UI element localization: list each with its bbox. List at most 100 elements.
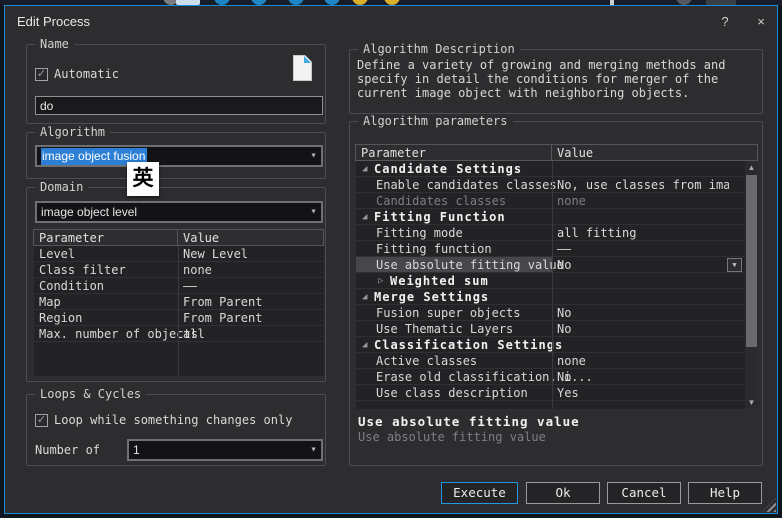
param-row-value: No [557, 306, 571, 320]
param-group-row[interactable]: ◢ Classification Settings [356, 337, 758, 353]
param-row-value: No [557, 322, 571, 336]
help-button[interactable]: Help [688, 482, 762, 504]
params-table-header: Parameter Value [356, 144, 758, 161]
algorithm-parameters-group: Algorithm parameters Parameter Value ◢Ca… [349, 121, 763, 466]
domain-table-body: LevelNew LevelClass filter noneCondition—… [34, 246, 324, 376]
scroll-down-icon[interactable]: ▼ [745, 396, 758, 409]
expanded-icon[interactable]: ◢ [362, 340, 367, 350]
param-row[interactable]: Fusion super objects No [356, 305, 758, 321]
param-row-value: Yes [557, 386, 579, 400]
param-row[interactable]: Candidates classesnone [356, 193, 758, 209]
domain-row-parameter: Level [39, 247, 75, 261]
expanded-icon[interactable]: ◢ [362, 212, 367, 222]
chevron-down-icon: ▼ [310, 153, 317, 160]
param-group-row[interactable]: ▷Weighted sum [356, 273, 758, 289]
param-row-parameter: Use class description [376, 386, 528, 400]
param-row[interactable]: Fitting function—— [356, 241, 758, 257]
param-row[interactable]: Use Thematic Layers No [356, 321, 758, 337]
ime-language-badge: 英 [127, 162, 159, 196]
domain-group: Domain image object level ▼ Parameter Va… [26, 187, 326, 382]
expanded-icon[interactable]: ◢ [362, 292, 367, 302]
domain-row-value: none [183, 263, 212, 277]
param-row[interactable]: Enable candidates classesNo, use classes… [356, 177, 758, 193]
number-of-label: Number of [35, 443, 100, 457]
param-group-label: Classification Settings [374, 338, 563, 352]
domain-header-value[interactable]: Value [177, 229, 324, 246]
loops-group: Loops & Cycles ✓ Loop while something ch… [26, 394, 326, 466]
number-of-select[interactable]: 1 ▼ [127, 439, 323, 461]
loop-while-checkbox[interactable]: ✓ Loop while something changes only [35, 413, 292, 427]
param-help-text: Use absolute fitting value [358, 430, 546, 444]
domain-header-parameter[interactable]: Parameter [33, 229, 178, 246]
dialog-help-icon[interactable]: ? [714, 12, 736, 32]
algorithm-description-label: Algorithm Description [358, 42, 520, 56]
domain-row-parameter: Map [39, 295, 61, 309]
param-row[interactable]: Erase old classification, i...No [356, 369, 758, 385]
param-row-parameter: Active classes [376, 354, 477, 368]
dialog-title: Edit Process [17, 14, 90, 29]
param-row-value: No, use classes from image... [557, 178, 729, 192]
param-row-parameter: Enable candidates classes [376, 178, 557, 192]
automatic-checkbox[interactable]: ✓ Automatic [35, 67, 119, 81]
value-dropdown-button[interactable]: ▼ [727, 258, 742, 272]
cancel-button[interactable]: Cancel [607, 482, 681, 504]
domain-selected-value: image object level [41, 205, 137, 219]
scroll-up-icon[interactable]: ▲ [745, 161, 758, 174]
name-group-label: Name [35, 37, 74, 51]
param-row[interactable]: Fitting modeall fitting [356, 225, 758, 241]
domain-table-row[interactable]: Max. number of objectsall [34, 326, 324, 342]
checkbox-check-icon: ✓ [35, 414, 48, 427]
resize-grip[interactable] [762, 498, 776, 512]
new-document-icon[interactable] [293, 55, 312, 81]
scrollbar-thumb[interactable] [746, 175, 757, 347]
domain-table-header: Parameter Value [34, 229, 324, 246]
loops-group-label: Loops & Cycles [35, 387, 146, 401]
param-group-label: Fitting Function [374, 210, 506, 224]
loop-while-label: Loop while something changes only [54, 413, 292, 427]
domain-row-value: From Parent [183, 295, 262, 309]
expanded-icon[interactable]: ◢ [362, 164, 367, 174]
chevron-down-icon: ▼ [310, 447, 317, 454]
domain-table-row[interactable]: Region From Parent [34, 310, 324, 326]
domain-table-row[interactable]: Map From Parent [34, 294, 324, 310]
column-divider [552, 161, 553, 409]
process-name-input[interactable] [35, 96, 323, 115]
param-group-row[interactable]: ◢ Merge Settings [356, 289, 758, 305]
domain-row-parameter: Class filter [39, 263, 126, 277]
param-row[interactable]: Use class description Yes [356, 385, 758, 401]
param-group-label: Candidate Settings [374, 162, 522, 176]
param-row-value: all fitting [557, 226, 636, 240]
domain-select[interactable]: image object level ▼ [35, 201, 323, 223]
params-table: Parameter Value ◢Candidate SettingsEnabl… [356, 144, 758, 409]
param-row[interactable]: Active classes none [356, 353, 758, 369]
collapsed-icon[interactable]: ▷ [378, 276, 383, 286]
domain-row-parameter: Max. number of objects [39, 327, 198, 341]
ok-button[interactable]: Ok [526, 482, 600, 504]
domain-table: Parameter Value LevelNew LevelClass filt… [34, 229, 324, 376]
params-scrollbar[interactable]: ▲ ▼ [745, 161, 758, 409]
checkbox-check-icon: ✓ [35, 68, 48, 81]
domain-table-row[interactable]: Condition—— [34, 278, 324, 294]
param-row-value: No [557, 258, 571, 272]
param-row-value: none [557, 354, 586, 368]
param-group-row[interactable]: ◢ Fitting Function [356, 209, 758, 225]
param-row-parameter: Use Thematic Layers [376, 322, 513, 336]
params-header-value[interactable]: Value [551, 144, 758, 161]
domain-group-label: Domain [35, 180, 88, 194]
params-header-parameter[interactable]: Parameter [355, 144, 552, 161]
param-group-row[interactable]: ◢ Candidate Settings [356, 161, 758, 177]
param-row-value: No [557, 370, 571, 384]
algorithm-select[interactable]: image object fusion ▼ [35, 145, 323, 167]
domain-table-row[interactable]: Class filter none [34, 262, 324, 278]
chevron-down-icon: ▼ [310, 209, 317, 216]
domain-row-parameter: Region [39, 311, 82, 325]
param-row-parameter: Fitting function [376, 242, 492, 256]
domain-table-row[interactable]: LevelNew Level [34, 246, 324, 262]
param-row-parameter: Fusion super objects [376, 306, 521, 320]
domain-row-value: From Parent [183, 311, 262, 325]
param-row[interactable]: Use absolute fitting valueNo▼ [356, 257, 758, 273]
close-icon[interactable]: × [750, 12, 772, 32]
execute-button[interactable]: Execute [441, 482, 518, 504]
domain-row-value: all [183, 327, 205, 341]
param-group-label: Merge Settings [374, 290, 489, 304]
